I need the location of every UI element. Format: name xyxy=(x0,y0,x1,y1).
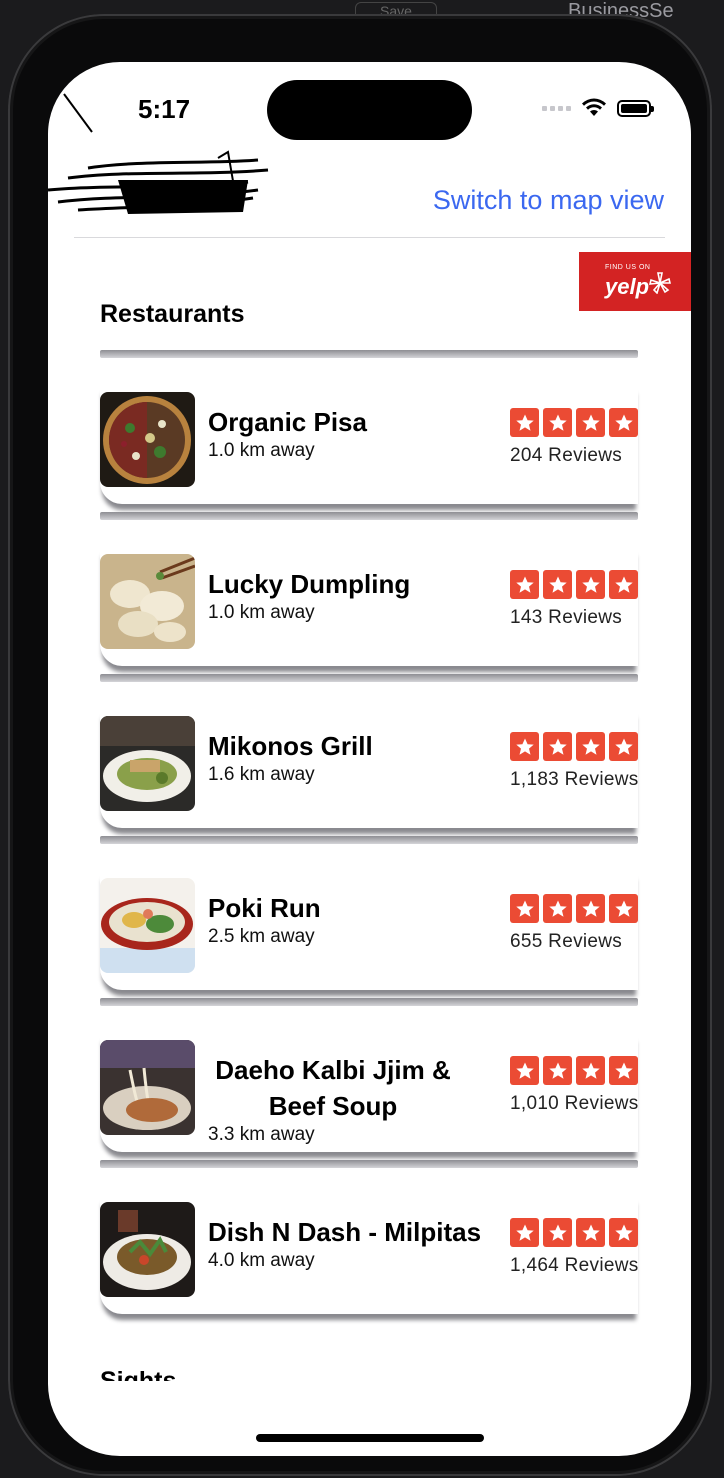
restaurant-card[interactable]: Organic Pisa 1.0 km away 204 Reviews xyxy=(100,350,638,512)
review-count: 204 Reviews xyxy=(510,445,623,466)
review-count: 1,010 Reviews xyxy=(510,1093,638,1114)
scribble-mark xyxy=(63,93,93,133)
star-icon xyxy=(543,1056,572,1085)
restaurant-photo xyxy=(100,716,195,811)
star-icon xyxy=(543,570,572,599)
star-icon xyxy=(510,408,539,437)
status-time: 5:17 xyxy=(138,94,191,124)
rating-block: 1,464 Reviews xyxy=(510,1218,638,1277)
card-separator xyxy=(100,674,638,682)
star-icon xyxy=(609,1218,638,1247)
star-icon xyxy=(609,570,638,599)
star-rating xyxy=(510,570,638,599)
phone-frame: 5:17 Switch to map view FIND US ON yelp … xyxy=(8,14,712,1476)
restaurant-photo xyxy=(100,1202,195,1297)
star-icon xyxy=(609,732,638,761)
star-icon xyxy=(543,408,572,437)
restaurant-list: Organic Pisa 1.0 km away 204 Reviews Luc… xyxy=(100,350,638,1322)
status-icons xyxy=(542,98,654,118)
star-rating xyxy=(510,1218,638,1247)
restaurant-name: Lucky Dumpling xyxy=(208,569,411,599)
restaurant-card[interactable]: Lucky Dumpling 1.0 km away 143 Reviews xyxy=(100,512,638,674)
yelp-badge[interactable]: FIND US ON yelp xyxy=(579,252,691,311)
star-icon xyxy=(576,408,605,437)
star-icon xyxy=(543,894,572,923)
restaurant-name: Poki Run xyxy=(208,893,321,923)
home-indicator[interactable] xyxy=(256,1434,484,1442)
card-body: Mikonos Grill 1.6 km away 1,183 Reviews xyxy=(100,708,638,828)
star-icon xyxy=(576,732,605,761)
star-icon xyxy=(510,1218,539,1247)
restaurant-name: Daeho Kalbi Jjim & Beef Soup xyxy=(215,1055,451,1121)
star-rating xyxy=(510,408,638,437)
star-icon xyxy=(510,732,539,761)
star-icon xyxy=(609,894,638,923)
card-body: Organic Pisa 1.0 km away 204 Reviews xyxy=(100,384,638,504)
restaurant-distance: 3.3 km away xyxy=(208,1124,315,1145)
wifi-icon xyxy=(582,98,606,116)
restaurant-name: Dish N Dash - Milpitas xyxy=(208,1217,482,1247)
rating-block: 143 Reviews xyxy=(510,570,638,629)
restaurant-card[interactable]: Daeho Kalbi Jjim & Beef Soup 3.3 km away… xyxy=(100,998,638,1160)
nav-divider xyxy=(74,237,665,238)
star-rating xyxy=(510,732,638,761)
rating-block: 1,183 Reviews xyxy=(510,732,638,791)
switch-to-map-view-link[interactable]: Switch to map view xyxy=(433,185,664,216)
card-body: Dish N Dash - Milpitas 4.0 km away 1,464… xyxy=(100,1194,638,1314)
star-icon xyxy=(576,1056,605,1085)
restaurant-photo xyxy=(100,554,195,649)
restaurant-photo xyxy=(100,878,195,973)
star-icon xyxy=(510,1056,539,1085)
yelp-badge-caption: FIND US ON xyxy=(605,264,651,271)
section-title-sights: Sights xyxy=(100,1367,177,1381)
card-separator xyxy=(100,350,638,358)
restaurant-name: Mikonos Grill xyxy=(208,731,373,761)
review-count: 143 Reviews xyxy=(510,607,623,628)
restaurant-photo xyxy=(100,1040,195,1135)
restaurant-card[interactable]: Dish N Dash - Milpitas 4.0 km away 1,464… xyxy=(100,1160,638,1322)
dynamic-island xyxy=(267,80,472,140)
review-count: 655 Reviews xyxy=(510,931,623,952)
star-icon xyxy=(510,570,539,599)
app-screen: 5:17 Switch to map view FIND US ON yelp … xyxy=(48,62,691,1456)
star-icon xyxy=(576,1218,605,1247)
card-separator xyxy=(100,512,638,520)
review-count: 1,183 Reviews xyxy=(510,769,638,790)
card-separator xyxy=(100,836,638,844)
restaurant-distance: 1.0 km away xyxy=(208,602,315,623)
star-icon xyxy=(609,408,638,437)
card-body: Poki Run 2.5 km away 655 Reviews xyxy=(100,870,638,990)
restaurant-card[interactable]: Mikonos Grill 1.6 km away 1,183 Reviews xyxy=(100,674,638,836)
restaurant-photo xyxy=(100,392,195,487)
restaurant-name: Organic Pisa xyxy=(208,407,367,437)
card-body: Lucky Dumpling 1.0 km away 143 Reviews xyxy=(100,546,638,666)
rating-block: 1,010 Reviews xyxy=(510,1056,638,1115)
star-icon xyxy=(609,1056,638,1085)
cellular-icon xyxy=(542,105,571,111)
rating-block: 655 Reviews xyxy=(510,894,638,953)
star-icon xyxy=(543,1218,572,1247)
battery-icon xyxy=(617,99,654,117)
rating-block: 204 Reviews xyxy=(510,408,638,467)
restaurant-distance: 1.6 km away xyxy=(208,764,315,785)
star-icon xyxy=(576,894,605,923)
yelp-logo-text: yelp xyxy=(605,274,650,299)
star-icon xyxy=(543,732,572,761)
card-separator xyxy=(100,1160,638,1168)
section-title-restaurants: Restaurants xyxy=(100,300,245,328)
redacted-title-scribble xyxy=(48,150,269,214)
yelp-burst-icon xyxy=(649,272,671,294)
restaurant-distance: 2.5 km away xyxy=(208,926,315,947)
star-icon xyxy=(510,894,539,923)
restaurant-distance: 1.0 km away xyxy=(208,440,315,461)
card-body: Daeho Kalbi Jjim & Beef Soup 3.3 km away… xyxy=(100,1032,638,1152)
star-rating xyxy=(510,894,638,923)
restaurant-distance: 4.0 km away xyxy=(208,1250,315,1271)
star-icon xyxy=(576,570,605,599)
card-separator xyxy=(100,998,638,1006)
restaurant-card[interactable]: Poki Run 2.5 km away 655 Reviews xyxy=(100,836,638,998)
star-rating xyxy=(510,1056,638,1085)
review-count: 1,464 Reviews xyxy=(510,1255,638,1276)
